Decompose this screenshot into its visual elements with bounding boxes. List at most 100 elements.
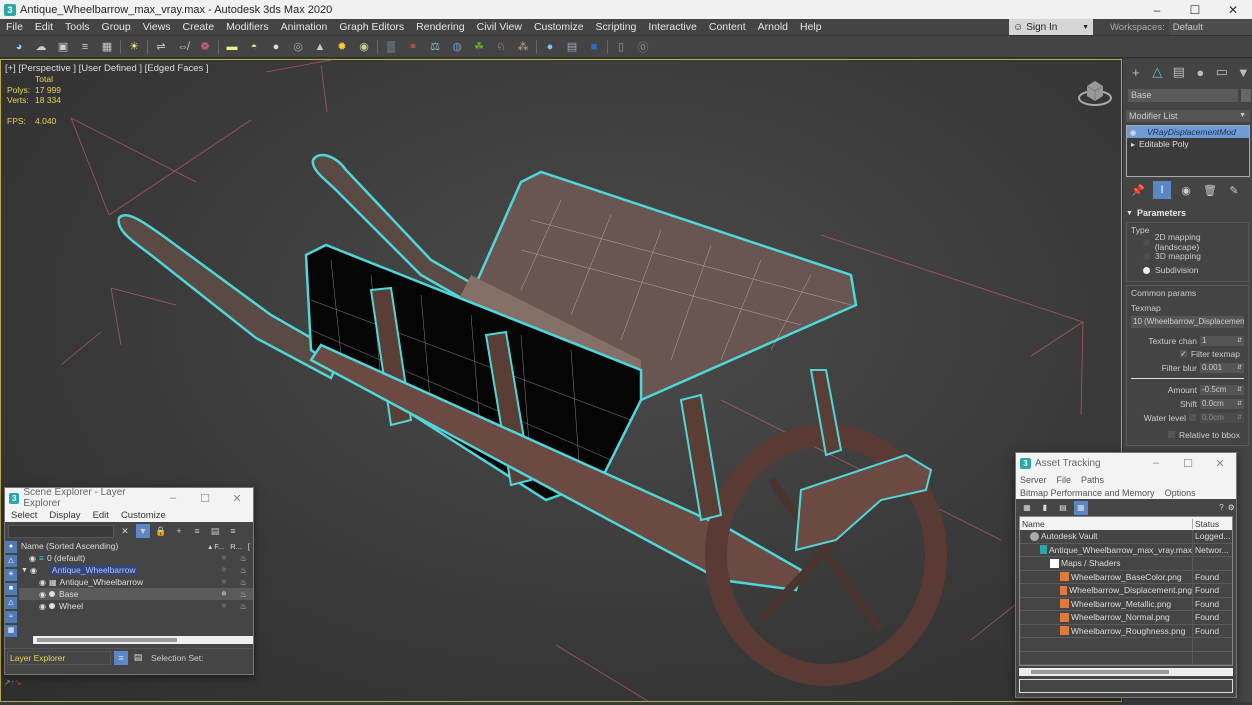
plane-icon[interactable]: ▬ <box>221 37 243 57</box>
stack-item-vray-displacement[interactable]: ◉ VRayDisplacementMod <box>1127 126 1249 138</box>
make-unique-icon[interactable]: ◉ <box>1177 181 1195 199</box>
asset-row[interactable]: Wheelbarrow_Metallic.png Found <box>1020 597 1232 611</box>
menu-civil-view[interactable]: Civil View <box>471 21 528 33</box>
layers-icon[interactable]: ≡ <box>190 524 204 538</box>
layer-table-icon[interactable]: ▦ <box>96 37 118 57</box>
water-level-spinner[interactable]: 0.0cm ⇵ <box>1200 412 1244 423</box>
menu-graph-editors[interactable]: Graph Editors <box>333 21 410 33</box>
table-view-icon[interactable]: ▦ <box>1074 500 1088 515</box>
viewcube-icon[interactable] <box>1077 76 1113 108</box>
material-sphere-icon[interactable]: ● <box>539 37 561 57</box>
texmap-button[interactable]: 10 (Wheelbarrow_Displacement <box>1131 316 1244 328</box>
freeze-icon[interactable]: ❄ <box>221 578 227 586</box>
minimize-button[interactable]: – <box>157 492 189 505</box>
globe-icon[interactable]: ◍ <box>446 37 468 57</box>
asset-row[interactable]: Antique_Wheelbarrow_max_vray.max Networ..… <box>1020 543 1232 557</box>
asset-row[interactable]: Wheelbarrow_BaseColor.png Found <box>1020 570 1232 584</box>
render-frame-icon[interactable]: ▣ <box>52 37 74 57</box>
horizontal-scrollbar[interactable] <box>33 636 253 644</box>
menu-paths[interactable]: Paths <box>1081 475 1104 485</box>
asset-row[interactable]: Maps / Shaders <box>1020 557 1232 571</box>
menu-select[interactable]: Select <box>5 510 43 521</box>
lock-icon[interactable]: 🔒 <box>154 524 168 538</box>
cloud-icon[interactable]: ☁ <box>30 37 52 57</box>
scene-explorer-titlebar[interactable]: 3 Scene Explorer - Layer Explorer – ☐ ✕ <box>5 487 253 509</box>
shell-icon[interactable]: ⁂ <box>512 37 534 57</box>
menu-bitmap-performance[interactable]: Bitmap Performance and Memory <box>1020 488 1155 498</box>
column-name[interactable]: Name <box>1020 519 1192 529</box>
bind-spacewarp-icon[interactable]: ❁ <box>194 37 216 57</box>
add-layer-icon[interactable]: + <box>172 524 186 538</box>
column-name[interactable]: Name (Sorted Ascending) <box>21 541 118 551</box>
help-icon[interactable]: ⓪ <box>632 37 654 57</box>
hemisphere-icon[interactable]: ◓ <box>243 37 265 57</box>
display-tab-icon[interactable]: ▭ <box>1213 62 1231 82</box>
help-icon[interactable]: ? <box>1219 501 1223 515</box>
object-color-swatch[interactable] <box>1241 89 1251 102</box>
pin-stack-icon[interactable]: 📌 <box>1129 181 1147 199</box>
eye-icon[interactable]: ◉ <box>39 590 46 599</box>
filter-texmap-checkbox[interactable]: ✓ Filter texmap <box>1131 347 1244 360</box>
menu-help[interactable]: Help <box>794 21 828 33</box>
maximize-button[interactable]: ☐ <box>1172 457 1204 470</box>
relative-to-bbox-checkbox[interactable]: Relative to bbox <box>1131 428 1244 441</box>
unlink-icon[interactable]: ⇎ <box>172 37 194 57</box>
menu-rendering[interactable]: Rendering <box>410 21 470 33</box>
show-end-result-icon[interactable]: I <box>1153 181 1171 199</box>
parameters-rollout-header[interactable]: ▼ Parameters <box>1126 207 1249 219</box>
menu-file[interactable]: File <box>0 21 29 33</box>
hierarchy-icon[interactable]: ▤ <box>208 524 222 538</box>
display-helpers-icon[interactable]: △ <box>5 597 17 609</box>
menu-tools[interactable]: Tools <box>59 21 96 33</box>
scrollbar-thumb[interactable] <box>1031 670 1169 674</box>
radio-2d-mapping[interactable]: 2D mapping (landscape) <box>1131 232 1244 252</box>
tree-row-default-layer[interactable]: ◉ ≡ 0 (default) ❄ ♨ <box>19 552 253 564</box>
minimize-button[interactable]: – <box>1140 457 1172 470</box>
undo-scene-icon[interactable]: ◕ <box>8 37 30 57</box>
menu-interactive[interactable]: Interactive <box>642 21 702 33</box>
amount-spinner[interactable]: -0.5cm ⇵ <box>1200 384 1244 395</box>
maximize-button[interactable]: ☐ <box>189 492 221 505</box>
render-icon[interactable]: ■ <box>583 37 605 57</box>
vault-icon[interactable]: ⚙ <box>1228 501 1235 515</box>
layer-list-icon[interactable]: ≡ <box>74 37 96 57</box>
clear-search-icon[interactable]: ✕ <box>118 524 132 538</box>
hierarchy-icon[interactable]: ⚖ <box>424 37 446 57</box>
scrollbar-thumb[interactable] <box>37 638 177 642</box>
asset-row[interactable]: Autodesk Vault Logged... <box>1020 530 1232 544</box>
list-view-icon[interactable]: ▮ <box>1038 501 1052 515</box>
menu-views[interactable]: Views <box>137 21 177 33</box>
menu-customize[interactable]: Customize <box>528 21 590 33</box>
sign-in-dropdown[interactable]: ☺ Sign In ▼ <box>1009 19 1093 35</box>
display-shapes-icon[interactable]: △ <box>5 555 17 567</box>
column-status[interactable]: Status <box>1192 518 1232 529</box>
link-icon[interactable]: ⇌ <box>150 37 172 57</box>
stack-item-editable-poly[interactable]: ▸ Editable Poly <box>1127 138 1249 150</box>
leaf-icon[interactable]: ☘ <box>468 37 490 57</box>
thumbnail-view-icon[interactable]: ▤ <box>1056 501 1070 515</box>
layers-stack-icon[interactable]: ≡ <box>226 524 240 538</box>
menu-content[interactable]: Content <box>703 21 752 33</box>
menu-customize[interactable]: Customize <box>115 510 172 521</box>
light-bulb-icon[interactable]: ☀ <box>123 37 145 57</box>
scene-search-input[interactable] <box>8 524 114 538</box>
eye-icon[interactable]: ◉ <box>30 566 37 575</box>
eye-icon[interactable]: ◉ <box>39 578 46 587</box>
configure-sets-icon[interactable]: ✎ <box>1225 181 1243 199</box>
modifier-list-dropdown[interactable]: Modifier List ▼ <box>1126 110 1250 122</box>
motion-tab-icon[interactable]: ● <box>1192 62 1210 82</box>
asset-row[interactable]: Wheelbarrow_Normal.png Found <box>1020 611 1232 625</box>
workspaces-dropdown[interactable]: Default ▼ <box>1168 19 1252 35</box>
tree-row-wheel[interactable]: ◉ Wheel ❄ ♨ <box>19 600 253 612</box>
disc-icon[interactable]: ◉ <box>353 37 375 57</box>
texture-chan-spinner[interactable]: 1 ⇵ <box>1200 335 1244 346</box>
menu-server[interactable]: Server <box>1020 475 1047 485</box>
grid-icon[interactable]: ▒ <box>380 37 402 57</box>
filter-blur-spinner[interactable]: 0.001 ⇵ <box>1200 362 1244 373</box>
menu-edit[interactable]: Edit <box>29 21 59 33</box>
modify-tab-icon[interactable]: △ <box>1149 62 1167 82</box>
display-lights-icon[interactable]: ☀ <box>5 569 17 581</box>
freeze-icon[interactable]: ❄ <box>221 554 227 562</box>
render-teapot-icon[interactable]: ♨ <box>240 578 247 587</box>
utilities-tab-icon[interactable]: ▼ <box>1235 62 1252 82</box>
